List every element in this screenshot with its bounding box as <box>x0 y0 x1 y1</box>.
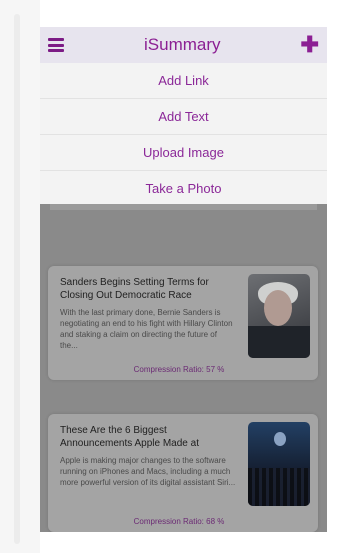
compression-value: 68 % <box>206 517 225 526</box>
compression-label: Compression Ratio: <box>133 517 204 526</box>
article-summary: Apple is making major changes to the sof… <box>60 456 236 487</box>
article-title: These Are the 6 Biggest Announcements Ap… <box>60 425 199 449</box>
article-thumbnail <box>248 274 310 358</box>
list-top-strip <box>50 204 317 210</box>
add-icon[interactable]: ✚ <box>301 34 319 56</box>
compression-ratio: Compression Ratio: 68 % <box>48 517 310 526</box>
compression-ratio: Compression Ratio: 57 % <box>48 365 310 374</box>
left-edge <box>0 0 40 553</box>
article-title: Sanders Begins Setting Terms for Closing… <box>60 277 209 301</box>
page-title: iSummary <box>144 35 221 54</box>
apple-logo-icon <box>274 432 286 446</box>
add-menu-dropdown: Add Link Add Text Upload Image Take a Ph… <box>40 63 327 206</box>
menu-icon[interactable] <box>48 38 64 52</box>
app-screen: iSummary ✚ Add Link Add Text Upload Imag… <box>40 27 327 532</box>
navbar: iSummary ✚ <box>40 27 327 63</box>
article-thumbnail <box>248 422 310 506</box>
compression-label: Compression Ratio: <box>133 365 204 374</box>
menu-item-add-text[interactable]: Add Text <box>40 99 327 135</box>
menu-item-upload-image[interactable]: Upload Image <box>40 135 327 171</box>
article-card[interactable]: These Are the 6 Biggest Announcements Ap… <box>48 414 318 532</box>
menu-item-add-link[interactable]: Add Link <box>40 63 327 99</box>
article-card[interactable]: Sanders Begins Setting Terms for Closing… <box>48 266 318 380</box>
article-list: Sanders Begins Setting Terms for Closing… <box>40 204 327 532</box>
article-summary: With the last primary done, Bernie Sande… <box>60 308 233 350</box>
edge-bar <box>14 14 20 544</box>
compression-value: 57 % <box>206 365 225 374</box>
menu-item-take-photo[interactable]: Take a Photo <box>40 171 327 206</box>
